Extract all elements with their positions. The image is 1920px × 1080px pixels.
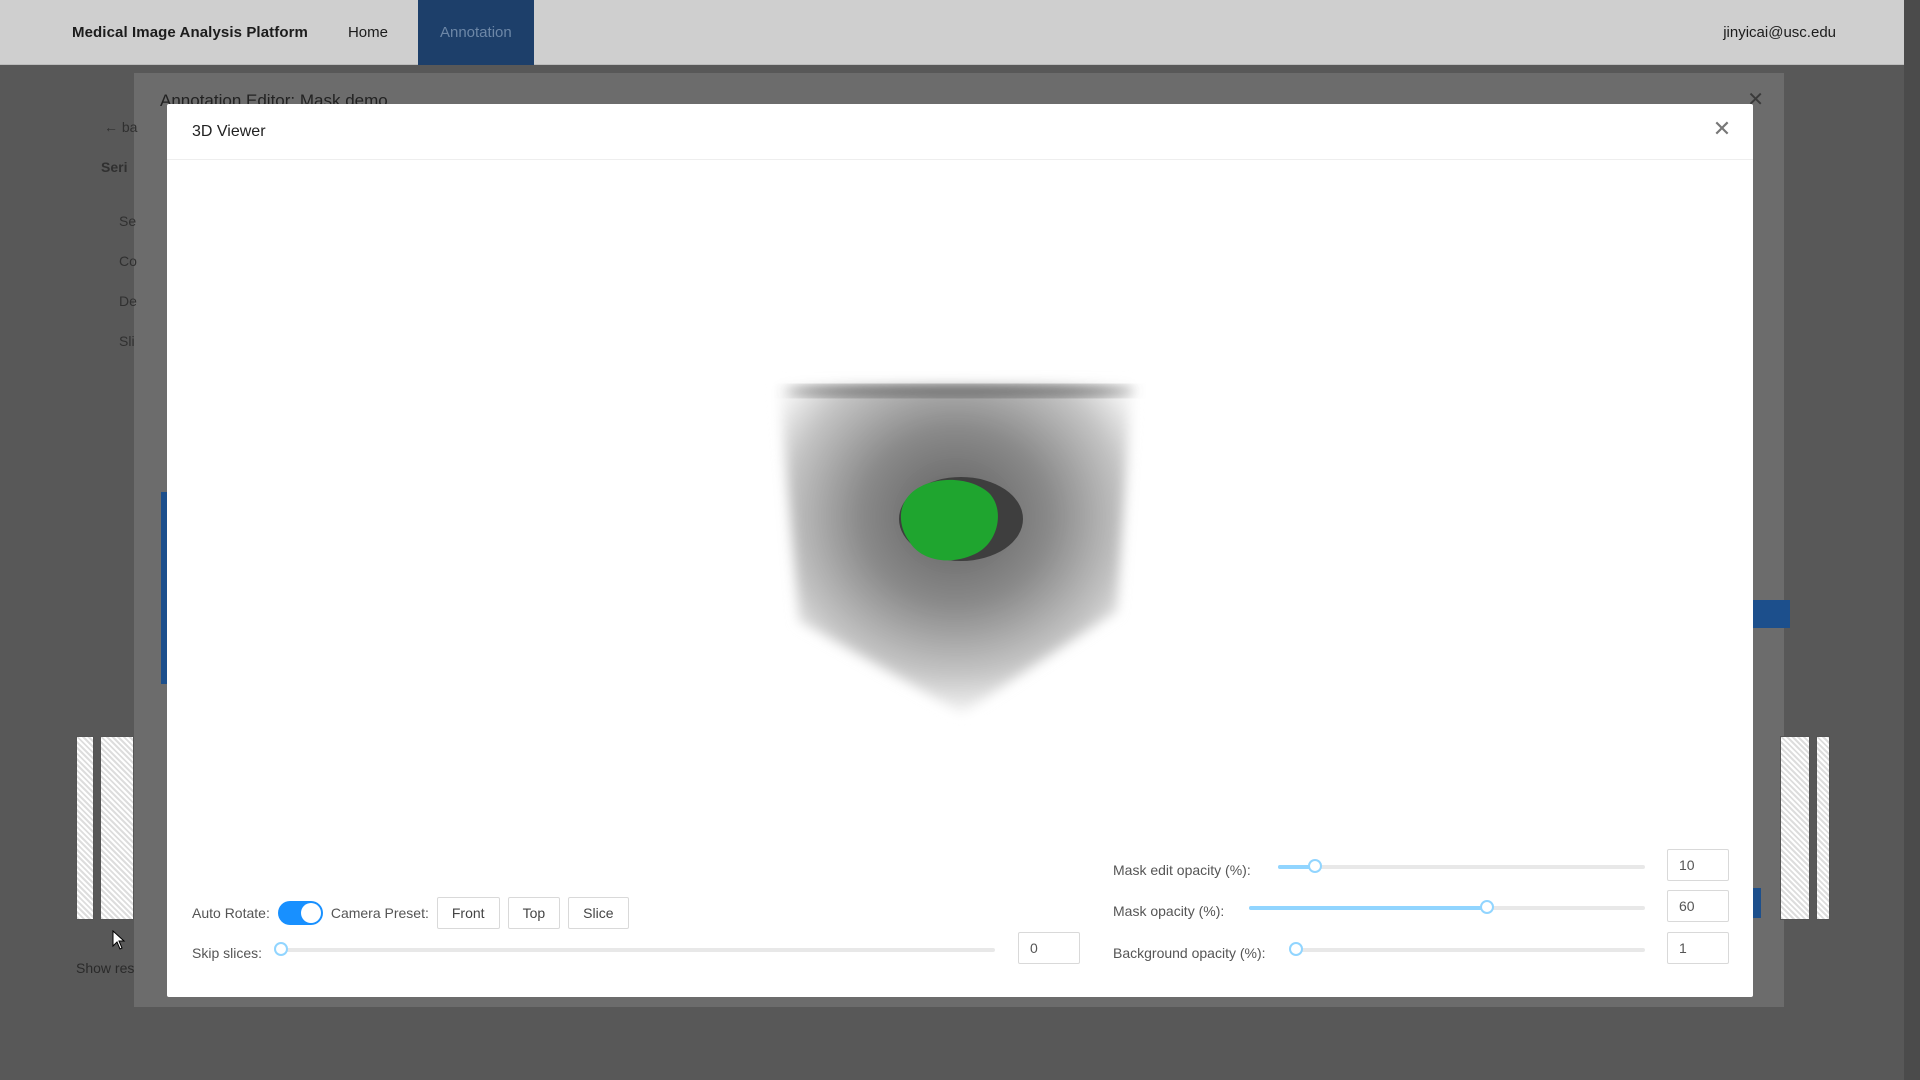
nav-annotation[interactable]: Annotation	[417, 0, 534, 65]
side-label: Co	[119, 253, 137, 269]
slider-handle[interactable]	[1479, 900, 1494, 914]
volume-render-canvas[interactable]	[167, 161, 1753, 841]
thumbnail[interactable]	[100, 736, 134, 920]
preset-top-button[interactable]: Top	[507, 897, 561, 929]
thumbnail-strip-left	[76, 736, 134, 920]
side-label: Se	[119, 213, 137, 229]
close-icon[interactable]: ✕	[1711, 118, 1733, 140]
volume-render	[779, 385, 1135, 713]
camera-controls: Auto Rotate: Camera Preset: Front Top Sl…	[192, 897, 629, 929]
editor-button-edge	[1753, 888, 1761, 918]
thumbnail[interactable]	[76, 736, 94, 920]
side-label: De	[119, 293, 137, 309]
skip-slices-input[interactable]: 0	[1018, 932, 1080, 964]
mask-edit-opacity-slider[interactable]	[1278, 859, 1645, 873]
series-label: Seri	[101, 159, 128, 175]
mask-edit-opacity-input[interactable]: 10	[1667, 849, 1729, 881]
slider-fill	[1249, 906, 1487, 910]
slider-handle[interactable]	[1307, 859, 1322, 873]
background-opacity-input[interactable]: 1	[1667, 932, 1729, 964]
brand-title[interactable]: Medical Image Analysis Platform	[72, 24, 308, 41]
mask-edit-opacity-label: Mask edit opacity (%):	[1113, 862, 1251, 878]
app-header: Medical Image Analysis Platform Home Ann…	[0, 0, 1904, 65]
toggle-knob	[300, 903, 321, 923]
thumbnail[interactable]	[1816, 736, 1830, 920]
nav-home[interactable]: Home	[348, 0, 388, 65]
mask-opacity-label: Mask opacity (%):	[1113, 903, 1225, 919]
editor-button-edge	[1753, 600, 1790, 628]
auto-rotate-label: Auto Rotate:	[192, 905, 270, 921]
camera-preset-label: Camera Preset:	[330, 905, 429, 921]
background-opacity-slider[interactable]	[1288, 942, 1645, 956]
thumbnail[interactable]	[1780, 736, 1810, 920]
back-link[interactable]: ← ba	[104, 119, 137, 135]
thumbnail-strip-right	[1780, 736, 1830, 920]
user-email[interactable]: jinyicai@usc.edu	[1723, 24, 1836, 41]
background-opacity-label: Background opacity (%):	[1113, 945, 1266, 961]
mask-opacity-slider[interactable]	[1249, 900, 1645, 914]
preset-front-button[interactable]: Front	[436, 897, 500, 929]
mask-opacity-input[interactable]: 60	[1667, 890, 1729, 922]
skip-slices-slider[interactable]	[274, 942, 995, 956]
preset-slice-button[interactable]: Slice	[568, 897, 629, 929]
show-results-link[interactable]: Show res	[76, 960, 134, 976]
slider-handle[interactable]	[274, 942, 288, 956]
scrollbar[interactable]	[1904, 0, 1920, 1080]
slider-handle[interactable]	[1288, 942, 1303, 956]
viewer-header: 3D Viewer	[167, 104, 1753, 160]
arrow-left-icon: ←	[104, 119, 122, 135]
skip-slices-label: Skip slices:	[192, 945, 263, 961]
viewer-modal: 3D Viewer ✕ Auto Rotate: Camera Preset: …	[167, 104, 1753, 997]
mouse-cursor-icon	[112, 930, 126, 950]
volume-top-edge	[785, 385, 1135, 397]
mask-segmentation	[900, 479, 998, 561]
viewer-title: 3D Viewer	[192, 122, 266, 140]
auto-rotate-toggle[interactable]	[277, 901, 323, 925]
side-label: Sli	[119, 333, 135, 349]
